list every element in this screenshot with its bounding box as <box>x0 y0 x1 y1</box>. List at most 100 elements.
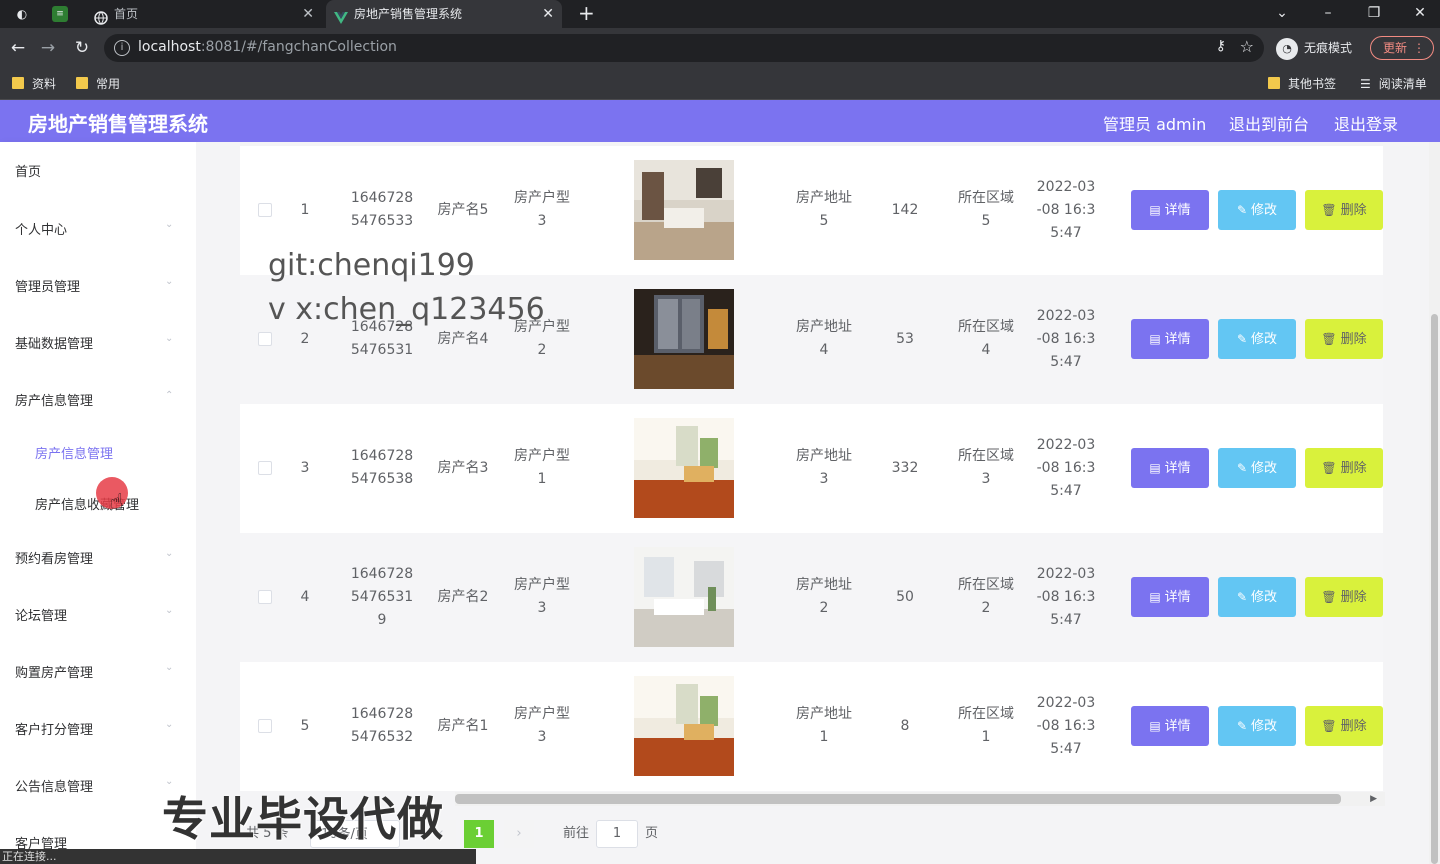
incognito-indicator[interactable]: ◔ 无痕模式 <box>1276 36 1352 60</box>
detail-button[interactable]: ▤ 详情 <box>1131 190 1209 230</box>
property-area: 8 <box>900 717 910 734</box>
property-area: 332 <box>891 459 919 476</box>
document-icon: ▤ <box>1149 332 1161 346</box>
sidebar-item-base-data[interactable]: 基础数据管理 ⌄ <box>15 333 173 352</box>
watermark-ad: 专业毕设代做 <box>162 792 444 846</box>
delete-button[interactable]: 🗑 删除 <box>1305 706 1383 746</box>
sidebar-item-viewing[interactable]: 预约看房管理 ⌄ <box>15 548 173 567</box>
button-label: 修改 <box>1251 332 1278 347</box>
app-shortcut-icon[interactable]: ≡ <box>52 6 68 22</box>
property-address: 房产地址 3 <box>796 448 852 487</box>
back-icon[interactable]: ← <box>6 36 30 60</box>
restore-icon[interactable]: ❐ <box>1354 0 1394 28</box>
sidebar-item-profile[interactable]: 个人中心 ⌄ <box>15 219 173 238</box>
bookmark-folder[interactable]: 资料 <box>12 75 56 93</box>
sidebar-item-rating[interactable]: 客户打分管理 ⌄ <box>15 719 173 738</box>
bookmark-folder[interactable]: 其他书签 <box>1268 75 1336 93</box>
close-icon[interactable]: ✕ <box>542 0 554 28</box>
vertical-scrollbar[interactable] <box>1429 142 1440 864</box>
delete-button[interactable]: 🗑 删除 <box>1305 577 1383 617</box>
row-checkbox[interactable] <box>258 203 272 217</box>
button-label: 详情 <box>1164 719 1191 734</box>
trash-icon: 🗑 <box>1321 719 1337 733</box>
window-close-icon[interactable]: ✕ <box>1400 0 1440 28</box>
reload-icon[interactable]: ↻ <box>70 36 94 60</box>
created-time: 2022-03 -08 16:3 5:47 <box>1036 436 1096 499</box>
detail-button[interactable]: ▤ 详情 <box>1131 577 1209 617</box>
goto-page-input[interactable]: 1 <box>596 820 638 848</box>
sidebar-item-home[interactable]: 首页 <box>15 161 41 180</box>
edit-button[interactable]: ✎ 修改 <box>1218 448 1296 488</box>
delete-button[interactable]: 🗑 删除 <box>1305 190 1383 230</box>
button-label: 删除 <box>1340 590 1367 605</box>
tab-active[interactable]: 房地产销售管理系统 ✕ <box>326 0 562 28</box>
logout-link[interactable]: 退出登录 <box>1334 111 1398 135</box>
property-region: 所在区域 5 <box>958 190 1014 229</box>
star-icon[interactable]: ☆ <box>1240 37 1254 56</box>
delete-button[interactable]: 🗑 删除 <box>1305 448 1383 488</box>
forward-icon[interactable]: → <box>36 36 60 60</box>
property-name: 房产名1 <box>437 717 489 734</box>
property-id: 1646728 5476531 9 <box>350 565 414 628</box>
more-icon[interactable]: ⋮ <box>1413 37 1425 59</box>
bookmark-folder[interactable]: 常用 <box>76 75 120 93</box>
reading-list[interactable]: ☰ 阅读清单 <box>1360 75 1427 93</box>
hand-cursor-icon: ☝ <box>110 490 124 515</box>
tab-search-icon[interactable]: ⌄ <box>1262 0 1302 28</box>
property-photo <box>634 547 734 647</box>
scroll-right-icon[interactable]: ▶ <box>1370 792 1377 806</box>
edit-icon: ✎ <box>1236 719 1248 733</box>
delete-button[interactable]: 🗑 删除 <box>1305 319 1383 359</box>
table-row[interactable]: 5 1646728 5476532 房产名1 房产户型 3 房产地址 1 8 所在区域 1 2022-… <box>240 662 1383 791</box>
to-front-link[interactable]: 退出到前台 <box>1229 111 1309 135</box>
watermark-vx: v x:chen_q123456 <box>268 292 545 327</box>
property-name: 房产名5 <box>437 201 489 218</box>
horizontal-scrollbar[interactable]: ▶ <box>455 792 1385 806</box>
detail-button[interactable]: ▤ 详情 <box>1131 706 1209 746</box>
detail-button[interactable]: ▤ 详情 <box>1131 319 1209 359</box>
tab-home[interactable]: 首页 ✕ <box>86 0 322 28</box>
address-bar[interactable]: i localhost:8081/#/fangchanCollection ⚷ … <box>104 34 1264 62</box>
url-text[interactable]: localhost:8081/#/fangchanCollection <box>138 39 397 55</box>
row-checkbox[interactable] <box>258 332 272 346</box>
property-type: 房产户型 3 <box>514 706 570 745</box>
chevron-down-icon: ⌄ <box>165 548 174 559</box>
new-tab-icon[interactable]: + <box>578 0 595 26</box>
table-row[interactable]: 3 1646728 5476538 房产名3 房产户型 1 房产地址 3 332 所在区域 3 202… <box>240 404 1383 533</box>
property-type: 房产户型 1 <box>514 448 570 487</box>
edit-button[interactable]: ✎ 修改 <box>1218 706 1296 746</box>
edit-button[interactable]: ✎ 修改 <box>1218 190 1296 230</box>
update-button[interactable]: 更新 ⋮ <box>1370 36 1434 60</box>
sidebar-item-purchase[interactable]: 购置房产管理 ⌄ <box>15 662 173 681</box>
sidebar-item-notice[interactable]: 公告信息管理 ⌄ <box>15 776 173 795</box>
sidebar-item-forum[interactable]: 论坛管理 ⌄ <box>15 605 173 624</box>
goto-prefix: 前往 <box>563 826 590 841</box>
row-checkbox[interactable] <box>258 719 272 733</box>
browser-tab-strip: ◐ ≡ 首页 ✕ 房地产销售管理系统 ✕ + ⌄ – ❐ ✕ <box>0 0 1440 28</box>
edit-button[interactable]: ✎ 修改 <box>1218 319 1296 359</box>
sidebar-item-property[interactable]: 房产信息管理 ⌃ <box>15 390 173 409</box>
app-title: 房地产销售管理系统 <box>28 112 208 136</box>
minimize-icon[interactable]: – <box>1308 0 1348 28</box>
info-icon[interactable]: i <box>114 40 130 56</box>
property-area: 142 <box>891 201 919 218</box>
page-number-current[interactable]: 1 <box>464 820 494 848</box>
scrollbar-thumb[interactable] <box>455 794 1341 804</box>
sidebar-subitem-property-info[interactable]: 房产信息管理 <box>35 443 113 462</box>
folder-icon <box>76 77 88 89</box>
property-address: 房产地址 2 <box>796 577 852 616</box>
close-icon[interactable]: ✕ <box>302 0 314 28</box>
edit-button[interactable]: ✎ 修改 <box>1218 577 1296 617</box>
button-label: 删除 <box>1340 332 1367 347</box>
row-checkbox[interactable] <box>258 590 272 604</box>
browser-menu-icon[interactable]: ◐ <box>12 4 32 24</box>
row-checkbox[interactable] <box>258 461 272 475</box>
detail-button[interactable]: ▤ 详情 <box>1131 448 1209 488</box>
scrollbar-thumb[interactable] <box>1431 314 1438 864</box>
key-icon[interactable]: ⚷ <box>1216 38 1226 54</box>
created-time: 2022-03 -08 16:3 5:47 <box>1036 694 1096 757</box>
next-page-icon[interactable]: › <box>504 820 534 848</box>
table-row[interactable]: 4 1646728 5476531 9 房产名2 房产户型 3 房产地址 2 50 所在区域 2 202… <box>240 533 1383 662</box>
sidebar-item-admins[interactable]: 管理员管理 ⌄ <box>15 276 173 295</box>
button-label: 修改 <box>1251 590 1278 605</box>
